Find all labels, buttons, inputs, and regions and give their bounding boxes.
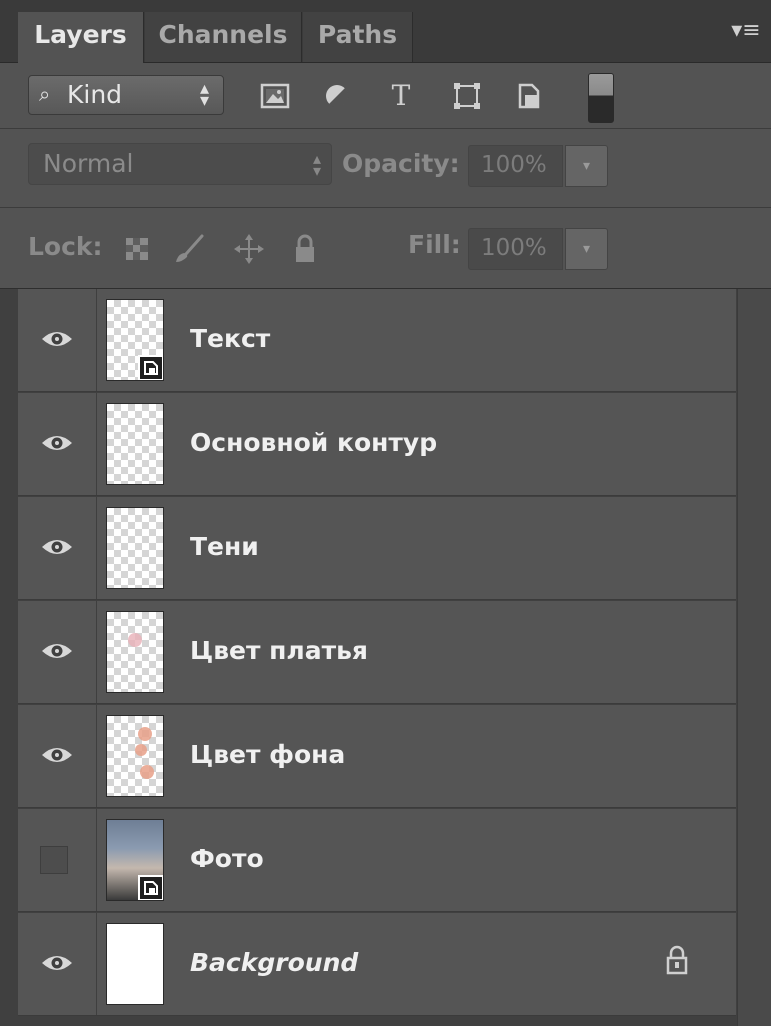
panel-tab-bar: Layers Channels Paths ▾≡ bbox=[0, 0, 771, 63]
fill-dropdown-button[interactable]: ▾ bbox=[565, 228, 608, 270]
filter-toggle-switch[interactable] bbox=[588, 73, 614, 123]
layer-name[interactable]: Текст bbox=[190, 324, 270, 353]
layer-row[interactable]: Тени bbox=[18, 497, 736, 600]
filter-adjustment-layers-icon[interactable] bbox=[320, 79, 354, 113]
layer-thumbnail bbox=[106, 299, 164, 381]
background-color-preview bbox=[135, 727, 154, 779]
visibility-toggle[interactable] bbox=[18, 289, 97, 391]
visibility-toggle[interactable] bbox=[18, 393, 97, 495]
layer-row[interactable]: Цвет платья bbox=[18, 601, 736, 704]
blend-mode-row: Normal ▴ ▾ Opacity: 100% ▾ bbox=[0, 129, 771, 208]
chevron-updown-icon: ▴ ▾ bbox=[199, 78, 209, 111]
layer-filter-row: ⌕ Kind ▴ ▾ T bbox=[0, 63, 771, 129]
smart-object-icon bbox=[138, 355, 163, 380]
filter-kind-label: Kind bbox=[67, 80, 123, 109]
layer-name[interactable]: Background bbox=[190, 948, 358, 977]
filter-pixel-layers-icon[interactable] bbox=[258, 79, 292, 113]
filter-shape-layers-icon[interactable] bbox=[450, 79, 484, 113]
smart-object-icon bbox=[138, 875, 163, 900]
layer-row[interactable]: Цвет фона bbox=[18, 705, 736, 808]
tab-layers[interactable]: Layers bbox=[18, 12, 144, 63]
layers-panel: Layers Channels Paths ▾≡ ⌕ Kind ▴ ▾ T No… bbox=[0, 0, 771, 1026]
visibility-toggle[interactable] bbox=[18, 913, 97, 1015]
fill-input[interactable]: 100% bbox=[468, 228, 563, 270]
blend-mode-value: Normal bbox=[43, 149, 134, 178]
layer-name[interactable]: Фото bbox=[190, 844, 264, 873]
search-icon: ⌕ bbox=[39, 82, 51, 106]
opacity-dropdown-button[interactable]: ▾ bbox=[565, 145, 608, 187]
layer-thumbnail bbox=[106, 507, 164, 589]
layer-name[interactable]: Цвет платья bbox=[190, 636, 368, 665]
blend-mode-select[interactable]: Normal ▴ ▾ bbox=[28, 143, 332, 185]
panel-menu-icon[interactable]: ▾≡ bbox=[727, 20, 765, 42]
visibility-toggle[interactable] bbox=[18, 809, 97, 911]
lock-position-icon[interactable] bbox=[232, 232, 266, 266]
visibility-toggle[interactable] bbox=[18, 497, 97, 599]
layer-row[interactable]: Фото bbox=[18, 809, 736, 912]
lock-image-pixels-icon[interactable] bbox=[172, 232, 206, 266]
lock-label: Lock: bbox=[28, 232, 103, 261]
layer-name[interactable]: Основной контур bbox=[190, 428, 437, 457]
layer-thumbnail bbox=[106, 819, 164, 901]
fill-label: Fill: bbox=[408, 230, 461, 259]
dress-color-preview bbox=[128, 633, 142, 647]
filter-type-layers-icon[interactable]: T bbox=[384, 79, 418, 113]
filter-kind-select[interactable]: ⌕ Kind ▴ ▾ bbox=[28, 75, 224, 115]
eye-icon bbox=[42, 436, 72, 450]
layer-thumbnail bbox=[106, 611, 164, 693]
layer-row[interactable]: Background bbox=[18, 913, 736, 1016]
chevron-updown-icon: ▴ ▾ bbox=[312, 149, 321, 180]
eye-icon bbox=[42, 540, 72, 554]
scrollbar[interactable] bbox=[737, 289, 771, 1026]
visibility-off-box bbox=[40, 846, 68, 874]
lock-all-icon[interactable] bbox=[288, 232, 322, 266]
visibility-toggle[interactable] bbox=[18, 705, 97, 807]
layers-list: Текст Основной контур Тени Цвет платья Ц… bbox=[0, 289, 771, 1026]
eye-icon bbox=[42, 748, 72, 762]
eye-icon bbox=[42, 332, 72, 346]
layer-row[interactable]: Основной контур bbox=[18, 393, 736, 496]
layer-name[interactable]: Цвет фона bbox=[190, 740, 345, 769]
tab-channels[interactable]: Channels bbox=[145, 12, 302, 62]
layer-thumbnail bbox=[106, 403, 164, 485]
opacity-label: Opacity: bbox=[342, 149, 460, 178]
layer-row[interactable]: Текст bbox=[18, 289, 736, 392]
filter-smart-objects-icon[interactable] bbox=[512, 79, 546, 113]
layer-thumbnail bbox=[106, 923, 164, 1005]
lock-row: Lock: Fill: 100% ▾ bbox=[0, 208, 771, 289]
eye-icon bbox=[42, 644, 72, 658]
layer-thumbnail bbox=[106, 715, 164, 797]
layer-name[interactable]: Тени bbox=[190, 532, 259, 561]
lock-icon[interactable] bbox=[664, 945, 690, 975]
lock-transparent-pixels-icon[interactable] bbox=[120, 232, 154, 266]
eye-icon bbox=[42, 956, 72, 970]
opacity-input[interactable]: 100% bbox=[468, 145, 563, 187]
visibility-toggle[interactable] bbox=[18, 601, 97, 703]
tab-paths[interactable]: Paths bbox=[303, 12, 413, 62]
